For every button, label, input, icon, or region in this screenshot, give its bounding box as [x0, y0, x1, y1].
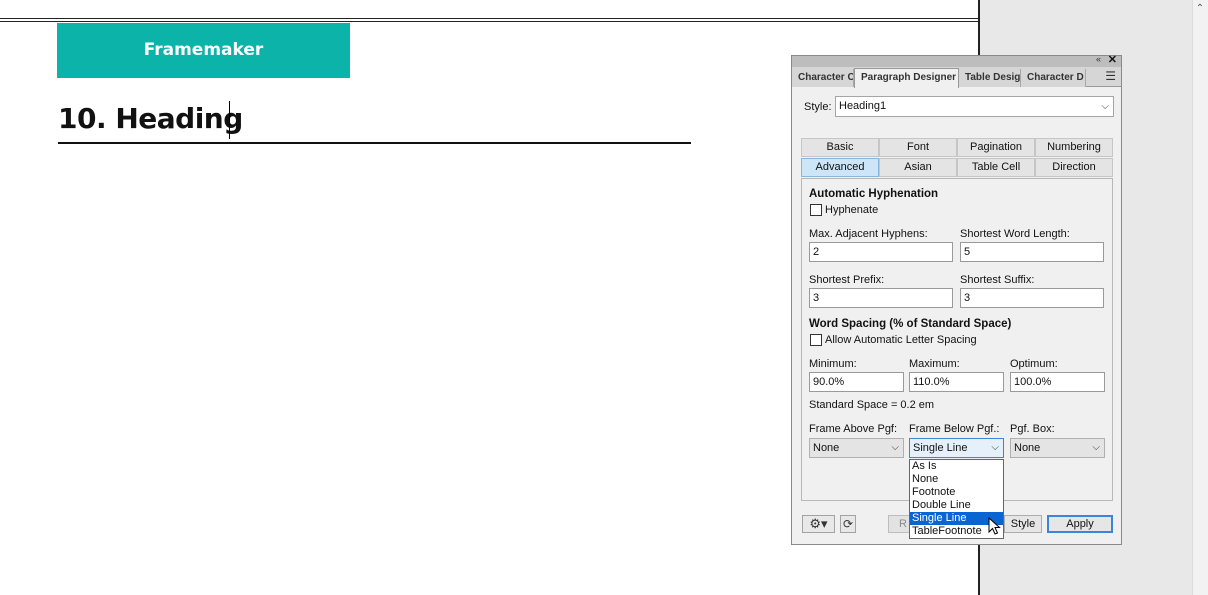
tab-table-designer[interactable]: Table Desig [959, 69, 1021, 87]
chevron-down-icon: ⌵ [991, 442, 999, 453]
style-select[interactable]: Heading1 ⌵ [835, 96, 1114, 117]
document-heading[interactable]: 10. Heading [58, 102, 243, 135]
page-top-rule-2 [0, 21, 980, 22]
dropdown-option-none[interactable]: None [910, 473, 1003, 486]
minimum-field[interactable]: 90.0% [809, 372, 904, 392]
tab-character-designer[interactable]: Character D [1021, 69, 1086, 87]
shortest-prefix-label: Shortest Prefix: [809, 274, 885, 286]
mouse-pointer-icon [988, 517, 1001, 535]
tab-character-catalog[interactable]: Character C [792, 69, 854, 87]
max-adjacent-hyphens-field[interactable]: 2 [809, 242, 953, 262]
chevron-down-icon: ⌵ [891, 442, 899, 453]
category-tab-pagination[interactable]: Pagination [957, 138, 1035, 157]
pgf-box-label: Pgf. Box: [1010, 423, 1055, 435]
frame-above-label: Frame Above Pgf: [809, 423, 898, 435]
apply-button[interactable]: Apply [1047, 515, 1113, 533]
panel-menu-icon[interactable]: ☰ [1105, 69, 1116, 83]
optimum-field[interactable]: 100.0% [1010, 372, 1105, 392]
hyphenate-label: Hyphenate [825, 204, 879, 216]
allow-letter-spacing-checkbox[interactable] [810, 334, 822, 346]
category-tab-advanced[interactable]: Advanced [801, 158, 879, 177]
shortest-suffix-label: Shortest Suffix: [960, 274, 1035, 286]
tab-paragraph-designer[interactable]: Paragraph Designer [854, 68, 959, 88]
page-top-rule [0, 18, 980, 19]
text-caret [229, 101, 230, 139]
refresh-button[interactable]: ⟳ [840, 515, 856, 533]
style-label: Style: [804, 101, 832, 113]
category-tab-font[interactable]: Font [879, 138, 957, 157]
frame-below-label: Frame Below Pgf.: [909, 423, 1000, 435]
maximum-field[interactable]: 110.0% [909, 372, 1004, 392]
optimum-label: Optimum: [1010, 358, 1058, 370]
shortest-word-length-field[interactable]: 5 [960, 242, 1104, 262]
frame-below-select[interactable]: Single Line ⌵ [909, 438, 1004, 458]
scroll-up-arrow-icon[interactable]: ⌃ [1192, 0, 1208, 18]
minimum-label: Minimum: [809, 358, 857, 370]
max-adjacent-hyphens-label: Max. Adjacent Hyphens: [809, 228, 928, 240]
category-tab-asian[interactable]: Asian [879, 158, 957, 177]
frame-below-value: Single Line [913, 442, 968, 454]
dropdown-option-footnote[interactable]: Footnote [910, 486, 1003, 499]
frame-above-select[interactable]: None ⌵ [809, 438, 904, 458]
panel-titlebar[interactable]: « ✕ [792, 53, 1121, 67]
pgf-box-value: None [1014, 442, 1041, 454]
paragraph-designer-panel: « ✕ Character C Paragraph Designer Table… [791, 53, 1122, 545]
chevron-down-icon: ⌵ [1092, 442, 1100, 453]
vertical-scrollbar[interactable] [1192, 0, 1208, 595]
allow-letter-spacing-label: Allow Automatic Letter Spacing [825, 334, 977, 346]
category-tab-numbering[interactable]: Numbering [1035, 138, 1113, 157]
gear-icon: ⚙▾ [809, 516, 828, 531]
hyphenation-section-title: Automatic Hyphenation [809, 188, 939, 200]
refresh-icon: ⟳ [842, 517, 854, 531]
hyphenate-checkbox[interactable] [810, 204, 822, 216]
category-tab-basic[interactable]: Basic [801, 138, 879, 157]
shortest-prefix-field[interactable]: 3 [809, 288, 953, 308]
maximum-label: Maximum: [909, 358, 960, 370]
standard-space-text: Standard Space = 0.2 em [809, 399, 935, 411]
framemaker-banner: Framemaker [57, 23, 350, 78]
dropdown-option-double-line[interactable]: Double Line [910, 499, 1003, 512]
gear-menu-button[interactable]: ⚙▾ [802, 515, 835, 533]
shortest-word-length-label: Shortest Word Length: [960, 228, 1070, 240]
pgf-box-select[interactable]: None ⌵ [1010, 438, 1105, 458]
category-tab-table-cell[interactable]: Table Cell [957, 158, 1035, 177]
frame-above-value: None [813, 442, 840, 454]
collapse-icon[interactable]: « [1096, 54, 1101, 64]
heading-rule-below [58, 142, 691, 144]
dropdown-option-as-is[interactable]: As Is [910, 460, 1003, 473]
word-spacing-section-title: Word Spacing (% of Standard Space) [809, 318, 1012, 330]
panel-tab-bar: Character C Paragraph Designer Table Des… [792, 67, 1121, 88]
chevron-down-icon: ⌵ [1101, 101, 1109, 112]
update-style-button[interactable]: Style [1004, 515, 1042, 533]
style-select-value: Heading1 [839, 100, 887, 112]
shortest-suffix-field[interactable]: 3 [960, 288, 1104, 308]
close-icon[interactable]: ✕ [1108, 53, 1117, 66]
category-tab-direction[interactable]: Direction [1035, 158, 1113, 177]
